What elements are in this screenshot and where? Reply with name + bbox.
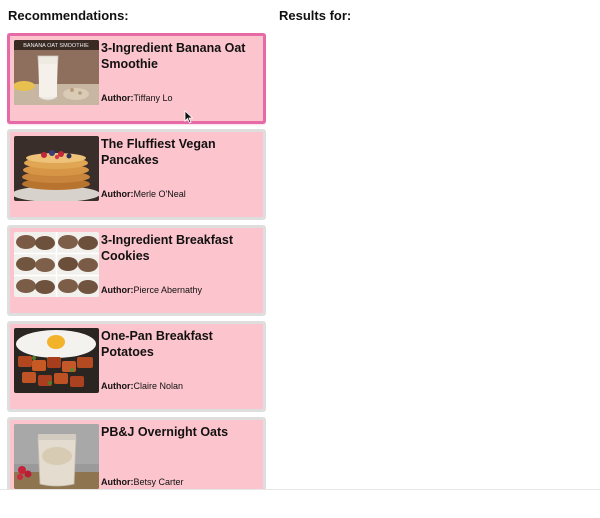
author-name: Pierce Abernathy	[133, 285, 203, 295]
results-heading: Results for:	[279, 8, 352, 23]
author-name: Tiffany Lo	[133, 93, 173, 103]
recipe-title: PB&J Overnight Oats	[101, 425, 229, 439]
mouse-cursor-icon	[184, 110, 194, 124]
author-label: Author:	[101, 189, 134, 199]
recipe-card[interactable]: BANANA OAT SMOOTHIE 3-Ingredient Banana …	[7, 33, 266, 124]
author-label: Author:	[101, 381, 134, 391]
recipe-title: 3-Ingredient Banana Oat Smoothie	[101, 41, 246, 71]
author-name: Merle O'Neal	[133, 189, 186, 199]
recommendations-list: BANANA OAT SMOOTHIE 3-Ingredient Banana …	[7, 33, 266, 489]
recommendations-heading: Recommendations:	[8, 8, 129, 23]
author-name: Claire Nolan	[133, 381, 184, 391]
recipe-thumbnail	[14, 136, 99, 201]
image-caption: BANANA OAT SMOOTHIE	[23, 43, 89, 49]
recipe-card[interactable]: PB&J Overnight Oats Author:Betsy Carter	[7, 417, 266, 489]
recipe-author: Author:Merle O'Neal	[101, 189, 186, 199]
recipe-thumbnail: BANANA OAT SMOOTHIE	[14, 40, 99, 105]
recipe-author: Author:Claire Nolan	[101, 381, 183, 391]
recipe-thumbnail	[14, 232, 99, 297]
recipe-thumbnail	[14, 328, 99, 393]
recipe-title: 3-Ingredient Breakfast Cookies	[101, 233, 233, 263]
recipe-author: Author:Tiffany Lo	[101, 93, 173, 103]
author-label: Author:	[101, 285, 134, 295]
recipe-title: One-Pan Breakfast Potatoes	[101, 329, 213, 359]
recipe-author: Author:Pierce Abernathy	[101, 285, 202, 295]
author-label: Author:	[101, 477, 134, 487]
divider	[0, 489, 600, 490]
author-label: Author:	[101, 93, 134, 103]
author-name: Betsy Carter	[133, 477, 184, 487]
recipe-card[interactable]: 3-Ingredient Breakfast Cookies Author:Pi…	[7, 225, 266, 316]
recipe-card[interactable]: One-Pan Breakfast Potatoes Author:Claire…	[7, 321, 266, 412]
recipe-thumbnail	[14, 424, 99, 489]
recipe-card[interactable]: The Fluffiest Vegan Pancakes Author:Merl…	[7, 129, 266, 220]
recipe-author: Author:Betsy Carter	[101, 477, 184, 487]
recipe-title: The Fluffiest Vegan Pancakes	[101, 137, 216, 167]
